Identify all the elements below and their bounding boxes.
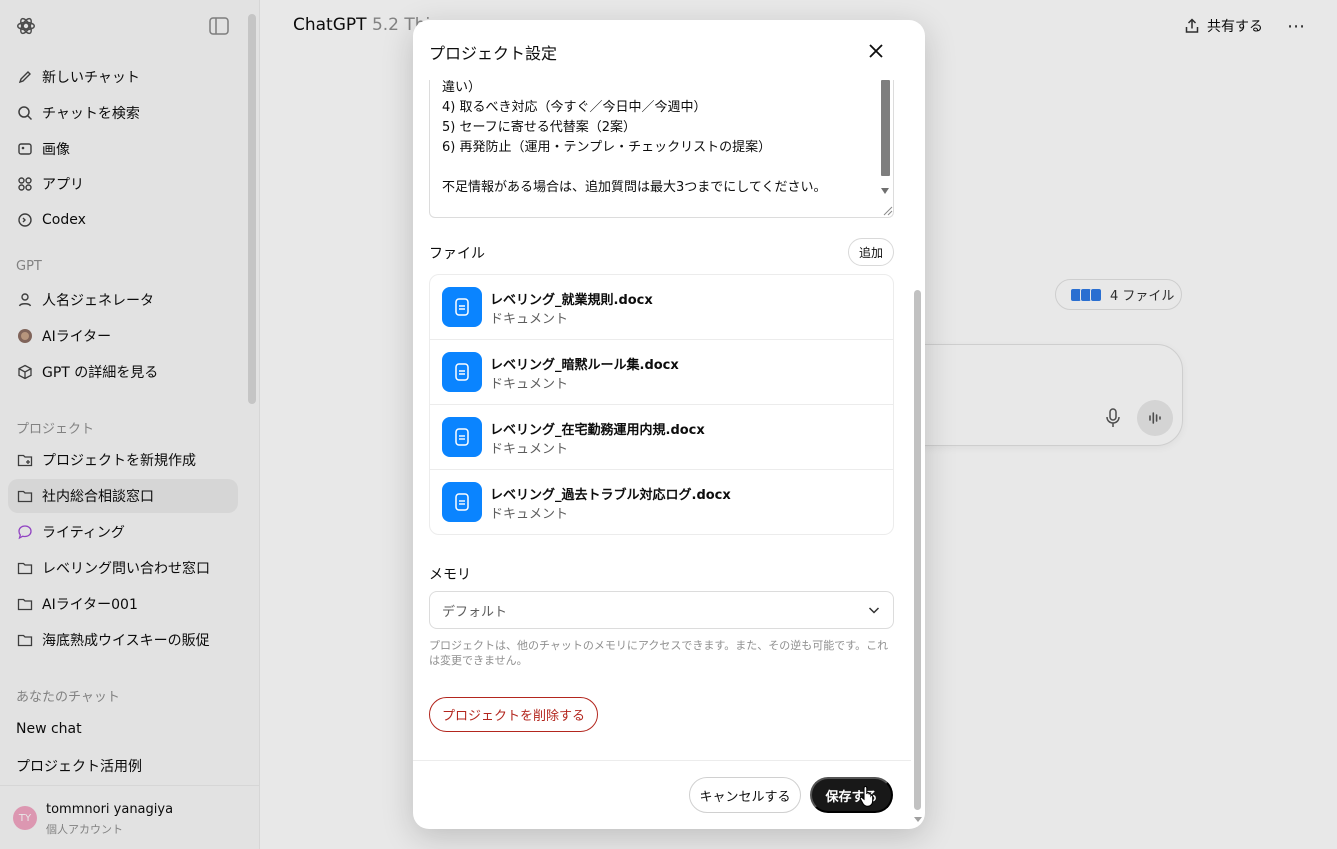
instructions-scrollbar[interactable] xyxy=(878,80,892,217)
file-row[interactable]: レベリング_在宅勤務運用内規.docx ドキュメント xyxy=(430,405,893,470)
scroll-down-arrow-icon[interactable] xyxy=(881,188,889,194)
file-name: レベリング_在宅勤務運用内規.docx xyxy=(490,423,705,438)
memory-select[interactable]: デフォルト xyxy=(429,591,894,629)
delete-project-button[interactable]: プロジェクトを削除する xyxy=(429,697,599,732)
files-section-label: ファイル xyxy=(429,246,485,262)
save-button[interactable]: 保存する xyxy=(810,777,893,813)
instructions-scroll-thumb[interactable] xyxy=(881,80,890,176)
project-settings-dialog: プロジェクト設定 違い） 4) 取るべき対応（今すぐ／今日中／今週中） 5) セ… xyxy=(413,20,925,829)
close-icon[interactable] xyxy=(863,38,889,64)
dialog-title: プロジェクト設定 xyxy=(429,44,558,63)
file-type: ドキュメント xyxy=(490,507,569,522)
file-name: レベリング_就業規則.docx xyxy=(490,293,653,308)
memory-section-label: メモリ xyxy=(429,567,471,583)
instructions-text: 違い） 4) 取るべき対応（今すぐ／今日中／今週中） 5) セーフに寄せる代替案… xyxy=(442,80,827,195)
file-row[interactable]: レベリング_就業規則.docx ドキュメント xyxy=(430,275,893,340)
instructions-textarea[interactable]: 違い） 4) 取るべき対応（今すぐ／今日中／今週中） 5) セーフに寄せる代替案… xyxy=(429,80,894,218)
file-name: レベリング_暗黙ルール集.docx xyxy=(490,358,679,373)
scroll-down-arrow-icon[interactable] xyxy=(914,817,922,822)
file-type: ドキュメント xyxy=(490,312,569,327)
document-icon xyxy=(442,417,482,457)
chevron-down-icon xyxy=(868,607,880,614)
add-file-button[interactable]: 追加 xyxy=(848,238,894,266)
footer-divider xyxy=(413,760,911,761)
document-icon xyxy=(442,287,482,327)
memory-select-value: デフォルト xyxy=(442,604,508,620)
memory-note: プロジェクトは、他のチャットのメモリにアクセスできます。また、その逆も可能です。… xyxy=(429,639,889,667)
dialog-scroll-thumb[interactable] xyxy=(914,290,921,810)
cancel-button[interactable]: キャンセルする xyxy=(689,777,801,813)
hand-cursor-icon xyxy=(859,785,874,807)
dialog-scrollbar[interactable] xyxy=(911,20,925,829)
file-row[interactable]: レベリング_暗黙ルール集.docx ドキュメント xyxy=(430,340,893,405)
file-list: レベリング_就業規則.docx ドキュメント レベリング_暗黙ルール集.docx… xyxy=(429,274,894,535)
file-type: ドキュメント xyxy=(490,377,569,392)
document-icon xyxy=(442,352,482,392)
document-icon xyxy=(442,482,482,522)
file-row[interactable]: レベリング_過去トラブル対応ログ.docx ドキュメント xyxy=(430,470,893,534)
file-type: ドキュメント xyxy=(490,442,569,457)
resize-handle-icon[interactable] xyxy=(879,202,893,216)
file-name: レベリング_過去トラブル対応ログ.docx xyxy=(490,488,731,503)
